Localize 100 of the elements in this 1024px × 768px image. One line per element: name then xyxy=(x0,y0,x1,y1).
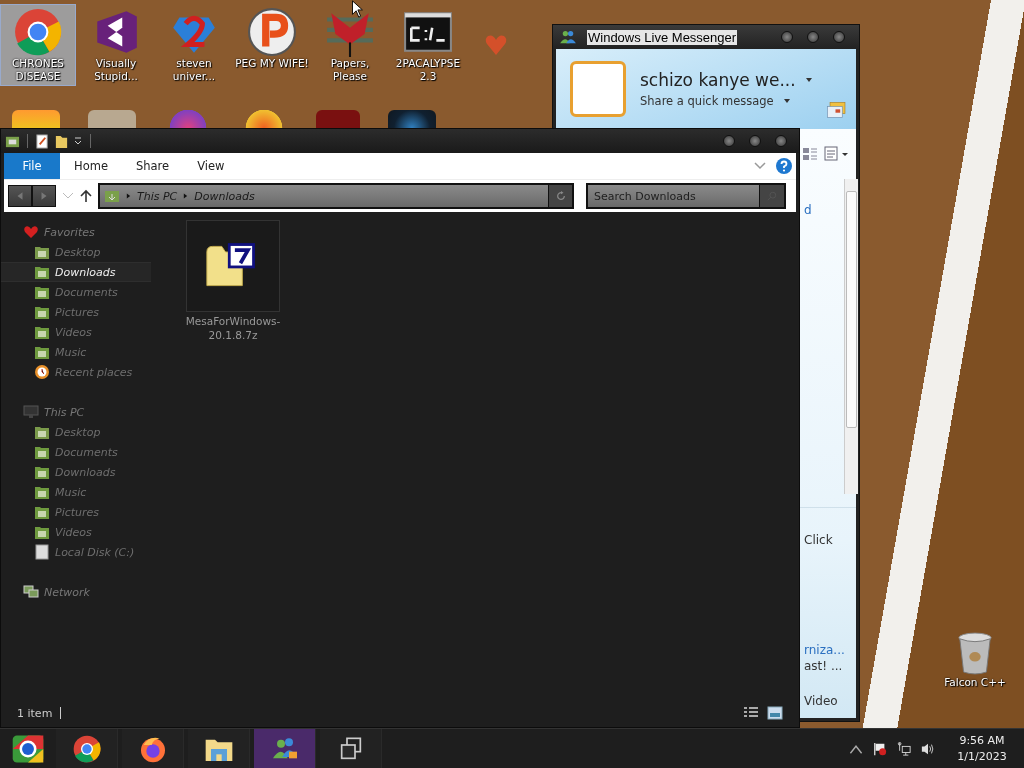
desktop-shortcut[interactable]: steven univer... xyxy=(156,4,232,86)
letter-ball-icon xyxy=(247,7,297,57)
nav-item[interactable]: Local Disk (C:) xyxy=(1,542,151,562)
contact-link[interactable]: rniza... xyxy=(804,643,845,657)
nav-item[interactable]: Videos xyxy=(1,322,151,342)
tiles-view-icon[interactable] xyxy=(767,706,783,720)
dropdown-icon[interactable] xyxy=(73,136,83,146)
task-view-button[interactable] xyxy=(320,729,382,768)
up-arrow-icon[interactable] xyxy=(80,189,92,203)
folder-icon xyxy=(34,484,50,500)
contact-text: ast! ... xyxy=(804,659,843,673)
new-folder-icon[interactable] xyxy=(54,133,69,149)
folder-icon xyxy=(34,464,50,480)
network-icon xyxy=(23,585,39,599)
ribbon-tab[interactable]: File xyxy=(4,153,60,179)
nav-item[interactable]: Desktop xyxy=(1,242,151,262)
clock-icon xyxy=(34,364,50,380)
properties-icon[interactable] xyxy=(35,133,50,149)
file-item[interactable] xyxy=(186,220,280,312)
desktop-shortcut[interactable]: Falcon C++ xyxy=(944,632,1006,689)
caret-icon[interactable] xyxy=(805,78,812,82)
nav-group[interactable]: Network xyxy=(1,582,151,602)
nav-item[interactable]: Pictures xyxy=(1,302,151,322)
file-name: MesaForWindows-20.1.8.7z xyxy=(185,314,281,342)
clock-date: 1/1/2023 xyxy=(957,748,1007,765)
monitor-icon xyxy=(23,405,39,419)
nav-item[interactable]: Recent places xyxy=(1,362,151,382)
close-button[interactable] xyxy=(775,135,787,147)
breadcrumb[interactable]: This PC xyxy=(137,189,178,203)
desktop-shortcut[interactable]: Visually Stupid... xyxy=(78,4,154,86)
taskbar-app-button[interactable] xyxy=(188,729,250,768)
list-view-icon[interactable] xyxy=(802,146,818,162)
personal-message[interactable]: Share a quick message xyxy=(640,94,774,108)
breadcrumb-arrow-icon[interactable] xyxy=(126,192,131,200)
browser-icon xyxy=(13,7,63,57)
folder-icon xyxy=(34,444,50,460)
nav-item[interactable]: Documents xyxy=(1,442,151,462)
nav-item[interactable]: Videos xyxy=(1,522,151,542)
ribbon-tab[interactable]: View xyxy=(183,153,239,179)
desktop-shortcut[interactable]: Papers, Please xyxy=(312,4,388,86)
nav-group[interactable]: This PC xyxy=(1,402,151,422)
folder-icon xyxy=(34,524,50,540)
nav-item[interactable]: Documents xyxy=(1,282,151,302)
forward-arrow-icon xyxy=(39,191,49,201)
chevron-icon[interactable] xyxy=(754,162,766,170)
contact-text: Video xyxy=(804,694,838,708)
avatar-placeholder xyxy=(570,61,626,117)
item-count: 1 item xyxy=(17,706,53,720)
folder-icon xyxy=(34,244,50,260)
ribbon-tab[interactable]: Share xyxy=(121,153,184,179)
minimize-button[interactable] xyxy=(781,31,793,43)
display-name[interactable]: schizo kanye we... xyxy=(640,70,796,90)
nav-item[interactable]: Pictures xyxy=(1,502,151,522)
back-arrow-icon xyxy=(15,191,25,201)
details-view-icon[interactable] xyxy=(743,706,759,720)
taskbar-app-button[interactable] xyxy=(56,729,118,768)
folder-icon xyxy=(34,344,50,360)
help-icon[interactable] xyxy=(776,158,792,174)
buddies-icon xyxy=(559,30,577,44)
back-button[interactable] xyxy=(8,185,32,207)
clock-time: 9:56 AM xyxy=(959,732,1005,749)
folder-icon xyxy=(34,424,50,440)
nav-item[interactable]: Downloads xyxy=(1,462,151,482)
nav-item[interactable]: Music xyxy=(1,342,151,362)
scrollbar[interactable] xyxy=(844,179,858,494)
contact-text: Click xyxy=(804,533,833,547)
app-icon[interactable] xyxy=(388,110,436,128)
volume-icon[interactable] xyxy=(921,741,935,756)
network-icon[interactable] xyxy=(897,741,911,756)
drive-icon xyxy=(34,544,50,560)
refresh-button[interactable] xyxy=(548,185,572,207)
taskbar-app-button[interactable] xyxy=(122,729,184,768)
mouse-cursor-icon xyxy=(351,0,363,18)
nav-item[interactable]: Music xyxy=(1,482,151,502)
breadcrumb[interactable]: Downloads xyxy=(194,189,255,203)
clock[interactable]: 9:56 AM 1/1/2023 xyxy=(940,729,1024,768)
window-title: Windows Live Messenger xyxy=(587,29,738,45)
nav-item[interactable]: Desktop xyxy=(1,422,151,442)
desktop-shortcut[interactable]: CHRONES DISEASE xyxy=(0,4,76,86)
desktop-shortcut[interactable]: PEG MY WIFE! xyxy=(234,4,310,86)
minimize-button[interactable] xyxy=(723,135,735,147)
contact-link[interactable]: d xyxy=(804,203,812,217)
caret-icon[interactable] xyxy=(783,99,790,103)
maximize-button[interactable] xyxy=(749,135,761,147)
folder-icon xyxy=(34,264,50,280)
view-options-icon[interactable] xyxy=(824,146,848,162)
search-field[interactable]: Search Downloads xyxy=(586,183,759,209)
folder-icon xyxy=(34,504,50,520)
trash-bin-icon xyxy=(956,632,994,676)
ribbon-tab[interactable]: Home xyxy=(60,153,122,179)
nav-group[interactable]: Favorites xyxy=(1,222,151,242)
desktop-shortcut[interactable]: 2PACALYPSE 2.3 xyxy=(390,4,466,86)
flag-icon[interactable] xyxy=(873,741,887,756)
close-button[interactable] xyxy=(833,31,845,43)
maximize-button[interactable] xyxy=(807,31,819,43)
address-bar[interactable]: This PC Downloads xyxy=(98,183,574,209)
breadcrumb-arrow-icon[interactable] xyxy=(183,192,189,200)
heart-icon xyxy=(23,225,39,239)
nav-item[interactable]: Downloads xyxy=(1,262,151,282)
forward-button[interactable] xyxy=(32,185,56,207)
